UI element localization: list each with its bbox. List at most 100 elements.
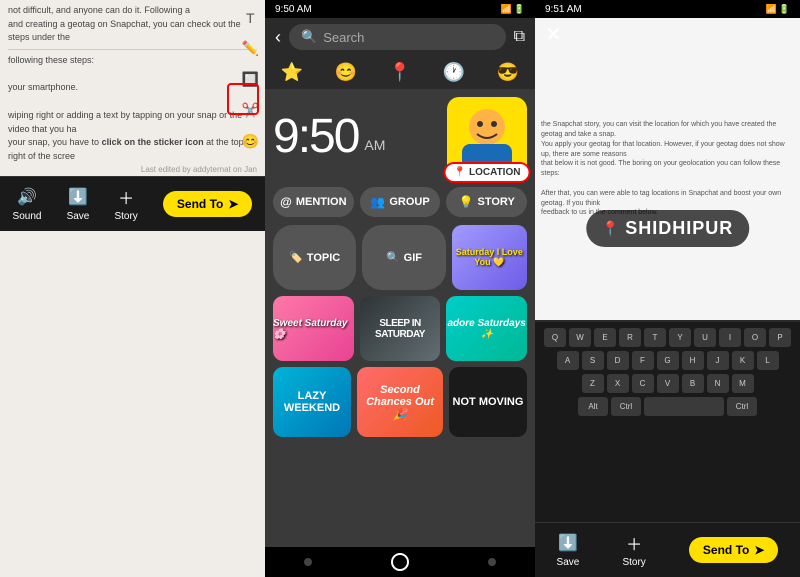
bulb-icon: 💡 — [459, 195, 474, 209]
category-location-icon[interactable]: 📍 — [389, 62, 411, 83]
gif-button[interactable]: 🔍 GIF — [362, 225, 445, 290]
battery-icon: 🔋 — [514, 4, 525, 15]
big-time-display: 9:50 — [273, 113, 358, 161]
category-star-icon[interactable]: ⭐ — [281, 62, 303, 83]
story-button-left[interactable]: ＋ Story — [114, 186, 137, 222]
key-q[interactable]: Q — [544, 328, 566, 347]
adore-saturdays-sticker[interactable]: adore Saturdays ✨ — [446, 296, 527, 361]
key-k[interactable]: K — [732, 351, 754, 370]
left-text-line1: not difficult, and anyone can do it. Fol… — [8, 4, 257, 18]
send-to-label-right: Send To — [703, 543, 749, 557]
time-avatar-row: 9:50 AM 📍 LOCATION — [273, 97, 527, 177]
key-v[interactable]: V — [657, 374, 679, 393]
save-icon-right: ⬇️ — [557, 532, 579, 554]
story-btn-label: STORY — [478, 196, 515, 208]
key-a[interactable]: A — [557, 351, 579, 370]
key-ctrl[interactable]: Ctrl — [611, 397, 641, 416]
search-input-box[interactable]: 🔍 Search — [289, 24, 506, 50]
topic-label: TOPIC — [307, 252, 340, 264]
nav-home-circle[interactable] — [391, 553, 409, 571]
not-moving-sticker[interactable]: Not Moving — [449, 367, 527, 437]
key-m[interactable]: M — [732, 374, 754, 393]
left-taskbar: 🔊 Sound ⬇️ Save ＋ Story Send To ➤ — [0, 176, 265, 231]
right-toolbar-icons: T ✏️ 🔲 ✂️ 😊 — [242, 10, 259, 150]
text-icon[interactable]: T — [246, 10, 255, 26]
key-y[interactable]: Y — [669, 328, 691, 347]
key-space[interactable] — [644, 397, 724, 416]
sleep-saturday-sticker[interactable]: SLEEP IN SATURDAY — [360, 296, 441, 361]
sticker-icon-highlight — [227, 83, 259, 115]
right-battery-icon: 🔋 — [779, 4, 790, 15]
right-panel: 9:51 AM 📶 🔋 the Snapchat story, you can … — [535, 0, 800, 577]
key-c[interactable]: C — [632, 374, 654, 393]
location-pin-icon: 📍 — [454, 167, 466, 178]
laptop-screen: the Snapchat story, you can visit the lo… — [535, 18, 800, 320]
group-button[interactable]: 👥 GROUP — [360, 187, 441, 217]
key-l[interactable]: L — [757, 351, 779, 370]
key-t[interactable]: T — [644, 328, 666, 347]
key-z[interactable]: Z — [582, 374, 604, 393]
sleep-saturday-text: SLEEP IN SATURDAY — [360, 318, 441, 340]
topic-button[interactable]: 🏷️ TOPIC — [273, 225, 356, 290]
key-j[interactable]: J — [707, 351, 729, 370]
key-w[interactable]: W — [569, 328, 591, 347]
key-alt[interactable]: Alt — [578, 397, 608, 416]
location-badge[interactable]: 📍 LOCATION — [444, 162, 531, 183]
key-b[interactable]: B — [682, 374, 704, 393]
left-text-line2: and creating a geotag on Snapchat, you c… — [8, 18, 257, 45]
key-u[interactable]: U — [694, 328, 716, 347]
category-clock-icon[interactable]: 🕐 — [443, 62, 465, 83]
left-text-line6: your snap, you have to click on the stic… — [8, 136, 257, 163]
save-button-right[interactable]: ⬇️ Save — [557, 532, 580, 568]
keyboard-row-2: A S D F G H J K L — [539, 351, 796, 370]
emoji-icon[interactable]: 😊 — [242, 133, 259, 150]
save-icon: ⬇️ — [67, 186, 89, 208]
mention-button[interactable]: @ MENTION — [273, 187, 354, 217]
keyboard-row-3: Z X C V B N M — [539, 374, 796, 393]
sweet-saturday-sticker[interactable]: Sweet Saturday 🌸 — [273, 296, 354, 361]
story-button-right[interactable]: ＋ Story — [622, 532, 645, 568]
sound-label: Sound — [13, 211, 42, 222]
close-button-right[interactable]: ✕ — [545, 22, 562, 47]
back-button[interactable]: ‹ — [275, 27, 281, 48]
key-f[interactable]: F — [632, 351, 654, 370]
mention-label: MENTION — [296, 196, 347, 208]
key-p[interactable]: P — [769, 328, 791, 347]
right-status-bar: 9:51 AM 📶 🔋 — [535, 0, 800, 18]
key-d[interactable]: D — [607, 351, 629, 370]
pencil-icon[interactable]: ✏️ — [242, 40, 259, 57]
snapcode-button[interactable]: ⧉ — [514, 28, 525, 46]
key-n[interactable]: N — [707, 374, 729, 393]
sound-button[interactable]: 🔊 Sound — [13, 186, 42, 222]
send-to-button-right[interactable]: Send To ➤ — [689, 537, 779, 563]
key-s[interactable]: S — [582, 351, 604, 370]
right-status-icons: 📶 🔋 — [766, 4, 790, 15]
location-chip: 📍 SHIDHIPUR — [586, 210, 749, 247]
key-ctrl2[interactable]: Ctrl — [727, 397, 757, 416]
key-g[interactable]: G — [657, 351, 679, 370]
key-h[interactable]: H — [682, 351, 704, 370]
send-to-button-left[interactable]: Send To ➤ — [163, 191, 253, 217]
right-taskbar: ⬇️ Save ＋ Story Send To ➤ — [535, 522, 800, 577]
send-to-label: Send To — [177, 197, 223, 211]
lazy-weekend-sticker[interactable]: LAZY WEEKEND — [273, 367, 351, 437]
save-button-left[interactable]: ⬇️ Save — [67, 186, 90, 222]
category-emoji-icon[interactable]: 😊 — [335, 62, 357, 83]
keyboard-row-1: Q W E R T Y U I O P — [539, 328, 796, 347]
key-o[interactable]: O — [744, 328, 766, 347]
middle-status-bar: 9:50 AM 📶 🔋 — [265, 0, 535, 18]
key-i[interactable]: I — [719, 328, 741, 347]
nav-back-dot[interactable] — [304, 558, 312, 566]
story-button-mid[interactable]: 💡 STORY — [446, 187, 527, 217]
search-icon: 🔍 — [301, 29, 317, 45]
time-suffix: AM — [364, 137, 385, 153]
second-chances-sticker[interactable]: Second Chances Out 🎉 — [357, 367, 443, 437]
key-x[interactable]: X — [607, 374, 629, 393]
saturday-loves-sticker[interactable]: Saturday I Love You 💛 — [452, 225, 527, 290]
arrow-icon-right: ➤ — [754, 543, 764, 557]
key-r[interactable]: R — [619, 328, 641, 347]
category-cool-icon[interactable]: 😎 — [497, 62, 519, 83]
lazy-weekend-text: LAZY WEEKEND — [273, 390, 351, 414]
key-e[interactable]: E — [594, 328, 616, 347]
nav-recent-dot[interactable] — [488, 558, 496, 566]
